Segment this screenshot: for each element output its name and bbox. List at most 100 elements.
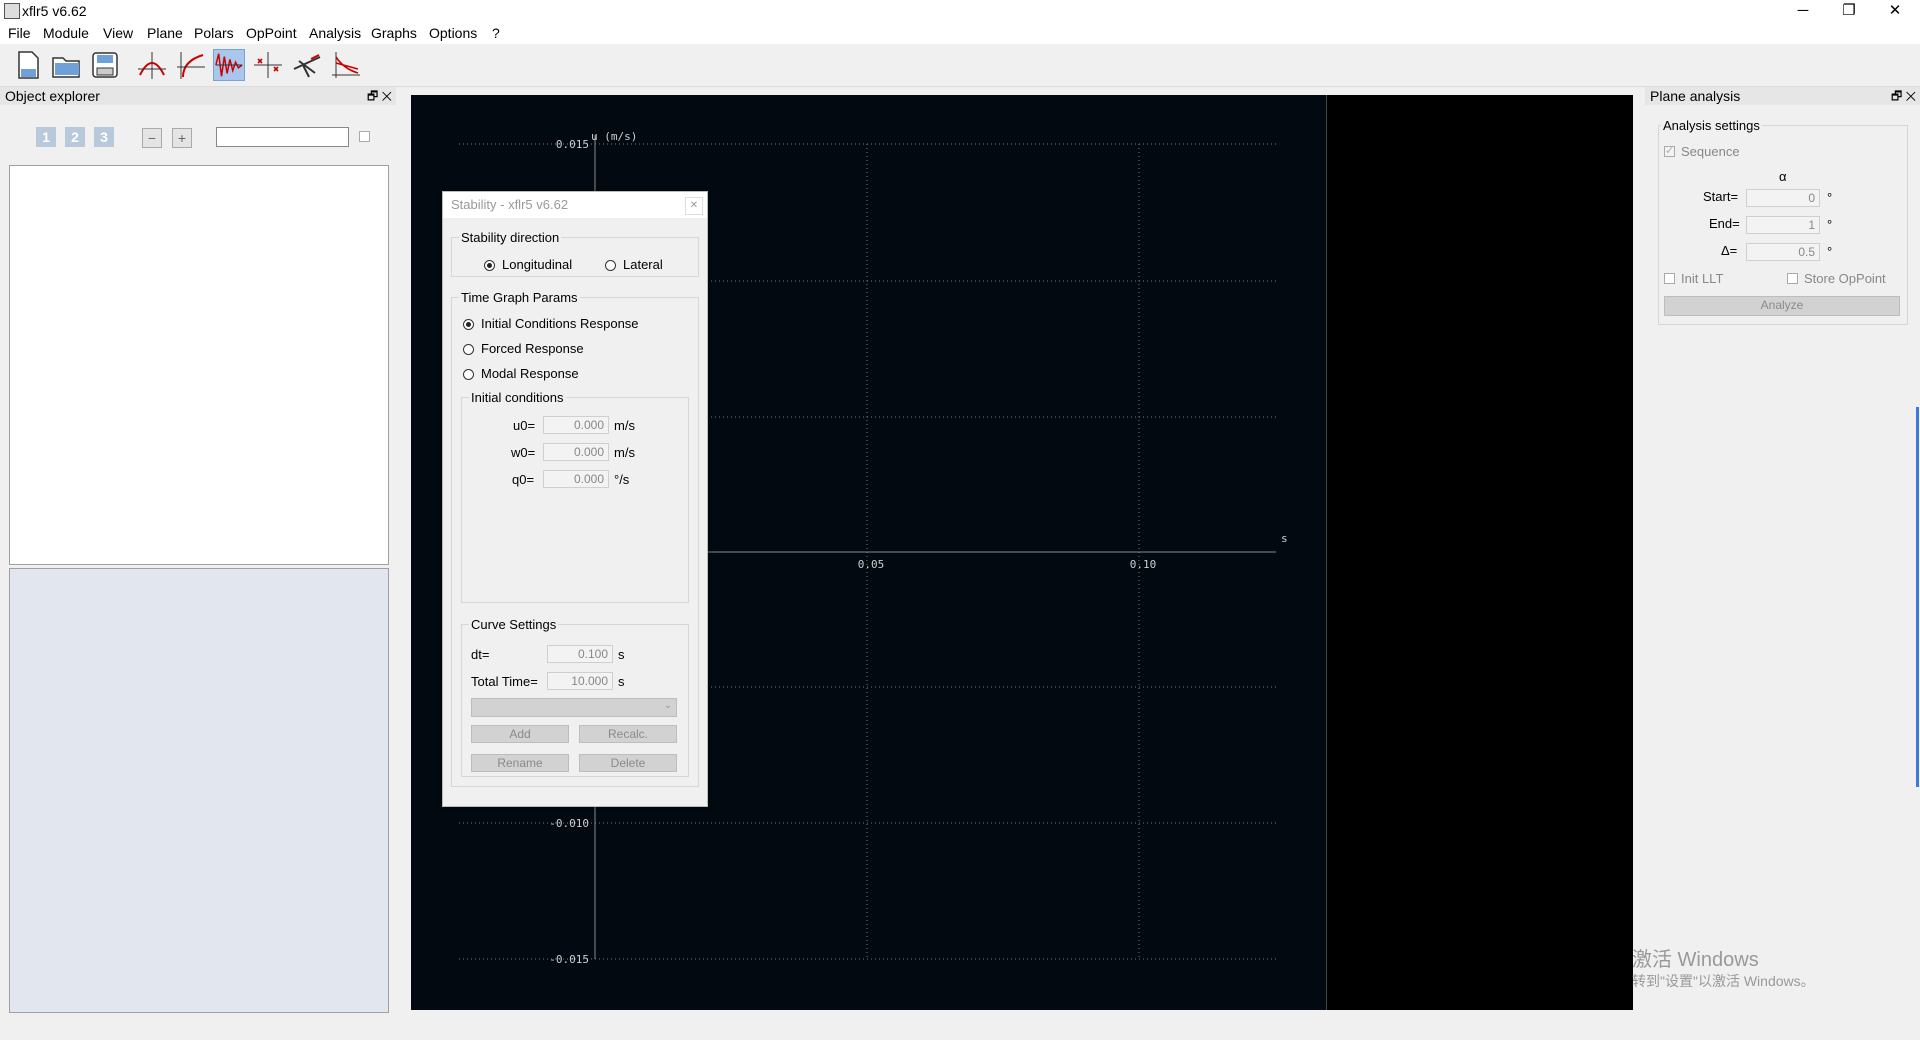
menu-bar: File Module View Plane Polars OpPoint An… (0, 22, 1920, 44)
plane-analysis-title: Plane analysis (1650, 88, 1741, 104)
degree-unit: ° (1827, 244, 1833, 259)
y-axis-label: u (m/s) (591, 130, 637, 143)
activation-watermark-text: 转到"设置"以激活 Windows。 (1632, 973, 1815, 989)
y-tick-label: 0.015 (556, 138, 589, 151)
close-button[interactable]: ✕ (1872, 0, 1918, 22)
panel-dock-icons[interactable]: 🗗 ✕ (367, 87, 392, 105)
object-tree[interactable] (9, 165, 389, 565)
analyze-button[interactable]: Analyze (1664, 296, 1900, 316)
store-oppoint-checkbox[interactable] (1787, 273, 1798, 284)
u0-unit: m/s (614, 418, 635, 433)
q0-field[interactable]: 0.000 (543, 470, 609, 488)
stability-dialog: Stability - xflr5 v6.62 ✕ Stability dire… (442, 191, 708, 807)
app-icon (4, 3, 20, 19)
degree-unit: ° (1827, 190, 1833, 205)
longitudinal-label: Longitudinal (502, 257, 573, 272)
total-time-field[interactable]: 10.000 (547, 672, 613, 690)
object-properties-area (9, 568, 389, 1013)
chevron-down-icon: ⌄ (663, 700, 672, 711)
degree-unit: ° (1827, 217, 1833, 232)
init-llt-checkbox[interactable] (1664, 273, 1675, 284)
start-field[interactable]: 0 (1746, 189, 1820, 207)
menu-options[interactable]: Options (429, 25, 477, 41)
longitudinal-radio[interactable] (484, 260, 495, 271)
open-folder-icon[interactable] (50, 49, 82, 81)
y-tick-label: -0.010 (549, 817, 589, 830)
w0-unit: m/s (614, 445, 635, 460)
object-explorer-panel: Object explorer 🗗 ✕ 1 2 3 − + (0, 87, 396, 1027)
dt-field[interactable]: 0.100 (547, 645, 613, 663)
time-response-button[interactable] (213, 49, 245, 81)
menu-graphs[interactable]: Graphs (371, 25, 417, 41)
x-tick-label: 0.10 (1130, 558, 1157, 571)
collapse-button[interactable]: − (142, 128, 162, 148)
u0-field[interactable]: 0.000 (543, 416, 609, 434)
menu-oppoint[interactable]: OpPoint (246, 25, 297, 41)
y-tick-label: -0.015 (549, 953, 589, 966)
activation-watermark-title: 激活 Windows (1632, 949, 1759, 971)
view-2-button[interactable]: 2 (65, 127, 85, 147)
modal-response-label: Modal Response (481, 366, 579, 381)
init-llt-label: Init LLT (1681, 271, 1724, 286)
alpha-label: α (1779, 169, 1787, 184)
view-1-button[interactable]: 1 (36, 127, 56, 147)
menu-analysis[interactable]: Analysis (309, 25, 361, 41)
delta-field[interactable]: 0.5 (1746, 243, 1820, 261)
dialog-close-button[interactable]: ✕ (685, 197, 703, 215)
title-bar: xflr5 v6.62 ─ ❐ ✕ (0, 0, 1920, 22)
dialog-title: Stability - xflr5 v6.62 (443, 192, 707, 218)
menu-file[interactable]: File (8, 25, 31, 41)
plane-analysis-panel: Plane analysis 🗗 ✕ Analysis settings ✓ S… (1645, 87, 1920, 1027)
save-icon[interactable] (89, 49, 121, 81)
check-mark-icon: ✓ (1665, 145, 1675, 157)
foil-direct-icon[interactable] (136, 49, 168, 81)
recalc-button[interactable]: Recalc. (579, 725, 677, 743)
dt-label: dt= (471, 647, 490, 662)
w0-label: w0= (511, 445, 536, 460)
menu-polars[interactable]: Polars (194, 25, 234, 41)
plane-analysis-header: Plane analysis 🗗 ✕ (1645, 87, 1920, 105)
cp-graph-icon[interactable] (330, 49, 362, 81)
x-axis-label: s (1281, 532, 1288, 545)
plane-3d-icon[interactable] (291, 49, 323, 81)
analysis-settings-title: Analysis settings (1661, 118, 1762, 133)
menu-help[interactable]: ? (492, 25, 500, 41)
new-project-icon[interactable] (12, 49, 44, 81)
modal-response-radio[interactable] (463, 369, 474, 380)
resize-splitter[interactable] (1916, 407, 1919, 787)
delete-button[interactable]: Delete (579, 754, 677, 772)
initial-conditions-title: Initial conditions (469, 390, 566, 405)
maximize-button[interactable]: ❐ (1826, 0, 1872, 22)
lateral-radio[interactable] (605, 260, 616, 271)
root-locus-icon[interactable] (252, 49, 284, 81)
add-button[interactable]: Add (471, 725, 569, 743)
dt-unit: s (618, 647, 625, 662)
time-graph-params-title: Time Graph Params (459, 290, 580, 305)
expand-button[interactable]: + (172, 128, 192, 148)
total-time-label: Total Time= (471, 674, 538, 689)
forced-response-label: Forced Response (481, 341, 584, 356)
curve-select[interactable]: ⌄ (471, 698, 677, 717)
forced-response-radio[interactable] (463, 344, 474, 355)
initial-conditions-label: Initial Conditions Response (481, 316, 639, 331)
object-explorer-title: Object explorer (5, 88, 100, 104)
menu-plane[interactable]: Plane (147, 25, 183, 41)
polar-curve-icon[interactable] (175, 49, 207, 81)
explorer-filter-input[interactable] (216, 127, 349, 147)
lateral-label: Lateral (623, 257, 663, 272)
w0-field[interactable]: 0.000 (543, 443, 609, 461)
initial-conditions-radio[interactable] (463, 319, 474, 330)
menu-module[interactable]: Module (43, 25, 89, 41)
end-field[interactable]: 1 (1746, 216, 1820, 234)
graph-side-region (1326, 95, 1633, 1010)
q0-unit: °/s (614, 472, 630, 487)
q0-label: q0= (512, 472, 535, 487)
sequence-checkbox[interactable]: ✓ (1664, 145, 1675, 157)
panel-dock-icons[interactable]: 🗗 ✕ (1891, 87, 1916, 105)
minimize-button[interactable]: ─ (1780, 0, 1826, 22)
delta-label: Δ= (1721, 243, 1738, 258)
explorer-filter-checkbox[interactable] (359, 131, 370, 142)
rename-button[interactable]: Rename (471, 754, 569, 772)
menu-view[interactable]: View (103, 25, 133, 41)
view-3-button[interactable]: 3 (94, 127, 114, 147)
